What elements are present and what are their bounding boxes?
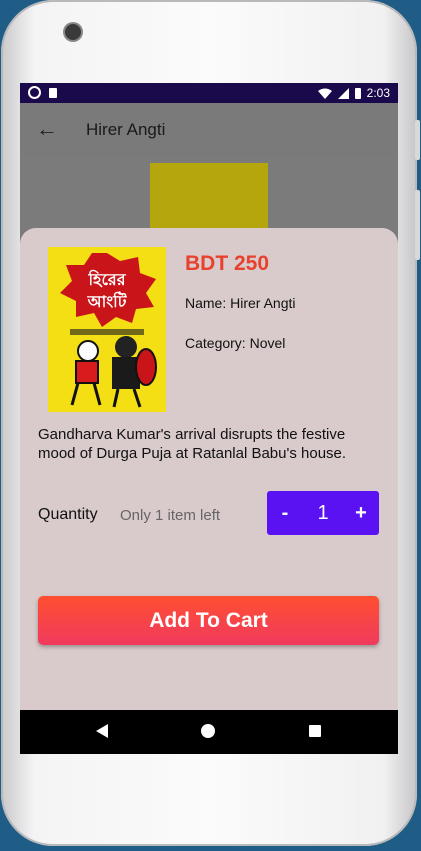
quantity-stepper: - 1 + (267, 491, 379, 535)
status-bar: 2:03 (20, 83, 398, 103)
sd-card-icon (49, 87, 57, 98)
stock-note: Only 1 item left (120, 507, 221, 524)
front-camera (65, 24, 81, 40)
product-category: Category: Novel (185, 335, 286, 351)
quantity-value: 1 (317, 501, 329, 524)
background-book-cover (150, 163, 268, 233)
phone-frame: 2:03 ← Hirer Angti হিরের আংটি BDT 250 Na… (1, 0, 420, 846)
add-to-cart-button[interactable]: Add To Cart (38, 596, 379, 645)
back-arrow-icon[interactable]: ← (36, 118, 58, 140)
product-description: Gandharva Kumar's arrival disrupts the f… (38, 426, 347, 462)
nav-back-icon[interactable] (96, 724, 108, 738)
app-bar: ← Hirer Angti (20, 103, 398, 157)
wifi-icon (317, 88, 332, 99)
svg-text:হিরের: হিরের (87, 269, 126, 289)
page-title: Hirer Angti (86, 120, 166, 139)
status-time: 2:03 (366, 86, 390, 100)
svg-text:আংটি: আংটি (87, 291, 128, 311)
book-cover-illustration: হিরের আংটি (48, 247, 166, 412)
screen: 2:03 ← Hirer Angti হিরের আংটি BDT 250 Na… (20, 83, 398, 754)
price-label: BDT 250 (185, 252, 270, 275)
record-icon (28, 86, 41, 99)
battery-icon (354, 87, 361, 99)
product-bottom-sheet: হিরের আংটি BDT 250 Name: Hirer Angti Cat… (20, 228, 398, 710)
nav-home-icon[interactable] (201, 724, 215, 738)
power-button (415, 190, 420, 260)
nav-recents-icon[interactable] (309, 725, 321, 737)
product-name: Name: Hirer Angti (185, 295, 296, 311)
book-cover-image: হিরের আংটি (48, 247, 166, 412)
increase-quantity-button[interactable]: + (343, 502, 379, 525)
quantity-label: Quantity (38, 506, 98, 523)
signal-icon (337, 87, 349, 99)
decrease-quantity-button[interactable]: - (267, 502, 303, 525)
system-nav-bar (20, 710, 398, 754)
volume-button (415, 120, 420, 160)
